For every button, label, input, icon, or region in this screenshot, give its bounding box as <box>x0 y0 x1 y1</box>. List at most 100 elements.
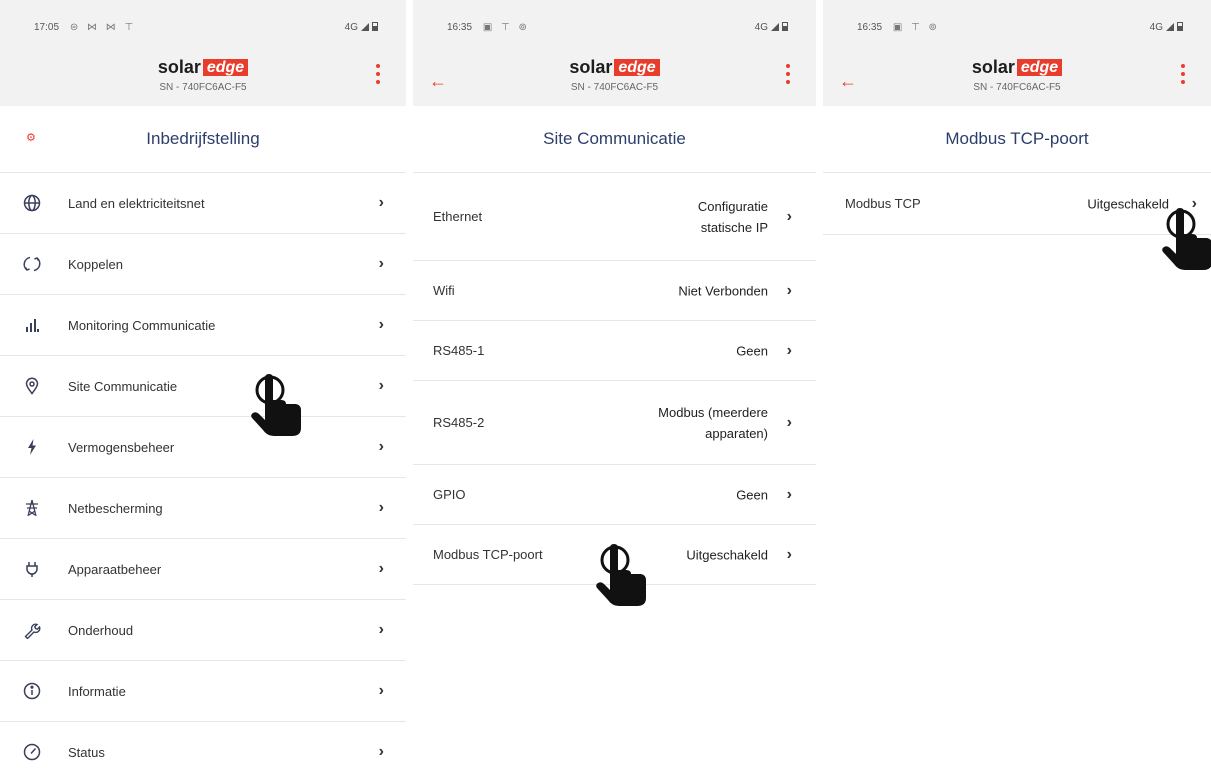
setting-modbus-tcp[interactable]: Modbus TCP Uitgeschakeld › <box>823 173 1211 235</box>
status-bar: 16:35 ▣ ⊤ ⊚ 4G <box>823 0 1211 40</box>
menu-item-label: Vermogensbeheer <box>68 439 175 455</box>
status-icons: ▣ ⊤ ⊚ <box>482 22 530 33</box>
setting-value: Configuratie statische IP <box>698 196 768 238</box>
logo-edge-text: edge <box>202 59 249 76</box>
setting-label: RS485-1 <box>433 343 485 358</box>
serial-number: SN - 740FC6AC-F5 <box>159 82 247 93</box>
app-header: 16:35 ▣ ⊤ ⊚ 4G ← solar edge SN - 740FC6AC… <box>413 0 816 106</box>
menu-item-label: Informatie <box>68 683 126 699</box>
menu-item-monitoring[interactable]: Monitoring Communicatie › <box>0 295 406 356</box>
status-time: 16:35 <box>857 22 883 33</box>
setting-value: Modbus (meerdere apparaten) <box>658 402 768 444</box>
setting-ethernet[interactable]: Ethernet Configuratie statische IP › <box>413 173 816 261</box>
setting-value: Uitgeschakeld <box>686 547 768 562</box>
menu-item-vermogensbeheer[interactable]: Vermogensbeheer › <box>0 417 406 478</box>
info-icon <box>22 681 42 701</box>
chevron-right-icon: › <box>786 341 792 359</box>
menu-item-label: Apparaatbeheer <box>68 561 162 577</box>
settings-list: Ethernet Configuratie statische IP › Wifi… <box>413 172 816 585</box>
chevron-right-icon: › <box>378 377 384 394</box>
network-label: 4G <box>754 22 768 33</box>
menu-item-label: Onderhoud <box>68 622 134 638</box>
menu-item-status[interactable]: Status › <box>0 722 406 780</box>
status-bar: 16:35 ▣ ⊤ ⊚ 4G <box>413 0 816 40</box>
setting-label: Modbus TCP-poort <box>433 547 543 562</box>
setting-label: RS485-2 <box>433 415 485 430</box>
tap-hand-icon <box>1162 208 1211 270</box>
menu-item-land[interactable]: Land en elektriciteitsnet › <box>0 173 406 234</box>
menu-item-onderhoud[interactable]: Onderhoud › <box>0 600 406 661</box>
screen-modbus-tcp-port: 16:35 ▣ ⊤ ⊚ 4G ← solar edge SN - 740FC6AC… <box>823 0 1211 780</box>
menu-item-label: Monitoring Communicatie <box>68 317 216 333</box>
solaredge-logo: solar edge <box>413 58 816 76</box>
setting-value: Niet Verbonden <box>678 283 768 298</box>
status-icons: ▣ ⊤ ⊚ <box>892 22 940 33</box>
plug-icon <box>22 559 42 579</box>
chevron-right-icon: › <box>378 682 384 699</box>
signal-bars-icon <box>22 315 42 335</box>
lightning-icon <box>22 437 42 457</box>
setting-rs485-1[interactable]: RS485-1 Geen › <box>413 321 816 381</box>
wrench-icon <box>22 620 42 640</box>
chevron-right-icon: › <box>786 545 792 563</box>
more-menu-icon[interactable] <box>786 64 790 88</box>
menu-item-informatie[interactable]: Informatie › <box>0 661 406 722</box>
setting-value: Geen <box>736 487 768 502</box>
setting-label: Wifi <box>433 283 455 298</box>
app-header: 16:35 ▣ ⊤ ⊚ 4G ← solar edge SN - 740FC6AC… <box>823 0 1211 106</box>
setting-value-line-1: Modbus (meerdere <box>658 404 768 420</box>
menu-item-label: Status <box>68 744 105 760</box>
serial-number: SN - 740FC6AC-F5 <box>973 82 1061 93</box>
setting-label: Modbus TCP <box>845 196 921 211</box>
gauge-icon <box>22 742 42 762</box>
menu-item-label: Land en elektriciteitsnet <box>68 195 205 211</box>
page-title: Inbedrijfstelling <box>146 129 260 148</box>
logo-solar-text: solar <box>971 57 1015 77</box>
menu-item-apparaatbeheer[interactable]: Apparaatbeheer › <box>0 539 406 600</box>
logo-edge-text: edge <box>1016 59 1063 76</box>
screen-commissioning: 17:05 ⊜ ⋈ ⋈ ⊤ 4G solar edge SN - 740FC6AC… <box>0 0 406 780</box>
setting-wifi[interactable]: Wifi Niet Verbonden › <box>413 261 816 321</box>
power-tower-icon <box>22 498 42 518</box>
tap-hand-icon <box>596 544 646 606</box>
solaredge-logo: solar edge <box>823 58 1211 76</box>
setting-gpio[interactable]: GPIO Geen › <box>413 465 816 525</box>
battery-icon <box>1177 22 1183 31</box>
setting-rs485-2[interactable]: RS485-2 Modbus (meerdere apparaten) › <box>413 381 816 465</box>
logo-solar-text: solar <box>569 57 613 77</box>
signal-icon <box>361 23 369 31</box>
chevron-right-icon: › <box>378 743 384 760</box>
more-menu-icon[interactable] <box>1181 64 1185 88</box>
status-icons: ⊜ ⋈ ⋈ ⊤ <box>69 22 137 33</box>
menu-item-netbescherming[interactable]: Netbescherming › <box>0 478 406 539</box>
tap-hand-icon <box>251 374 301 436</box>
screen-site-communication: 16:35 ▣ ⊤ ⊚ 4G ← solar edge SN - 740FC6AC… <box>413 0 816 780</box>
page-title: Modbus TCP-poort <box>945 129 1089 148</box>
menu-item-koppelen[interactable]: Koppelen › <box>0 234 406 295</box>
menu-item-label: Site Communicatie <box>68 378 178 394</box>
network-indicator: 4G <box>755 22 788 33</box>
status-time: 17:05 <box>34 22 60 33</box>
chevron-right-icon: › <box>378 194 384 211</box>
page-title: Site Communicatie <box>543 129 686 148</box>
status-time: 16:35 <box>447 22 473 33</box>
signal-icon <box>771 23 779 31</box>
setting-value: Geen <box>736 343 768 358</box>
chevron-right-icon: › <box>378 621 384 638</box>
logo-solar-text: solar <box>157 57 201 77</box>
chevron-right-icon: › <box>378 560 384 577</box>
network-label: 4G <box>1149 22 1163 33</box>
setting-value-line-1: Configuratie <box>697 198 768 214</box>
chevron-right-icon: › <box>378 438 384 455</box>
location-pin-icon <box>22 376 42 396</box>
menu-item-site-communicatie[interactable]: Site Communicatie › <box>0 356 406 417</box>
serial-number: SN - 740FC6AC-F5 <box>570 82 659 93</box>
more-menu-icon[interactable] <box>376 64 380 88</box>
chevron-right-icon: › <box>378 255 384 272</box>
setting-value-line-2: apparaten) <box>705 425 768 441</box>
setting-label: Ethernet <box>433 209 483 224</box>
status-bar: 17:05 ⊜ ⋈ ⋈ ⊤ 4G <box>0 0 406 40</box>
solaredge-logo: solar edge <box>0 58 406 76</box>
menu-list: Land en elektriciteitsnet › Koppelen › M… <box>0 172 406 780</box>
settings-list: Modbus TCP Uitgeschakeld › <box>823 172 1211 235</box>
